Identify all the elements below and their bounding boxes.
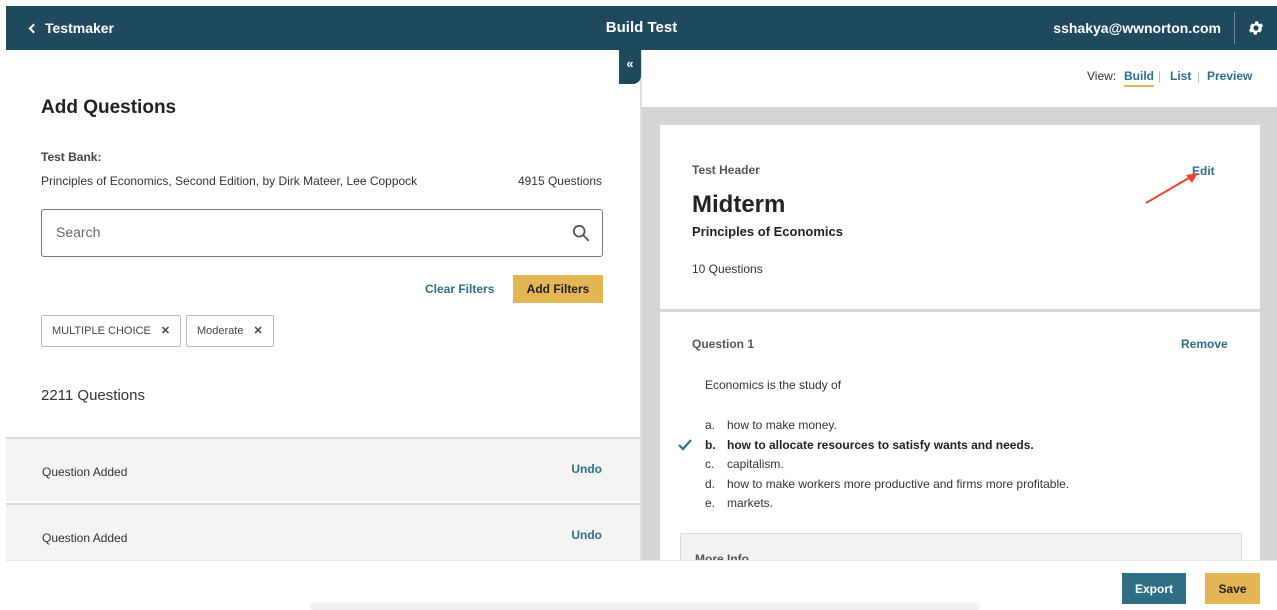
view-build-tab[interactable]: Build (1124, 69, 1154, 87)
test-bank-count: 4915 Questions (517, 174, 602, 188)
view-divider: | (1197, 69, 1201, 83)
back-to-testmaker-link[interactable]: Testmaker (28, 6, 115, 50)
close-icon[interactable]: ✕ (253, 325, 262, 337)
list-item: Question Added Undo (6, 503, 640, 560)
results-count: 2211 Questions (41, 387, 145, 404)
filter-chip-multiple-choice: MULTIPLE CHOICE ✕ (41, 315, 182, 347)
add-questions-title: Add Questions (41, 97, 177, 118)
list-item: Question Added Undo (6, 437, 640, 501)
view-switcher: View: Build | List | Preview (642, 50, 1277, 107)
search-input[interactable] (56, 224, 556, 240)
question-card: Question 1 Remove Economics is the study… (660, 311, 1260, 573)
question-stem: Economics is the study of (705, 378, 842, 392)
search-box (41, 209, 603, 257)
search-icon[interactable] (572, 224, 590, 242)
view-label: View: (1087, 69, 1117, 83)
view-preview-tab[interactable]: Preview (1207, 69, 1252, 83)
answer-choice: c. capitalism. (705, 457, 784, 471)
question-added-label: Question Added (42, 465, 128, 479)
answer-choice: a. how to make money. (705, 418, 837, 432)
test-header-card: Test Header Edit Midterm Principles of E… (660, 125, 1260, 309)
collapse-panel-button[interactable]: « (619, 50, 641, 84)
test-build-panel: View: Build | List | Preview Test Header… (642, 50, 1277, 573)
undo-button[interactable]: Undo (571, 462, 602, 476)
close-icon[interactable]: ✕ (161, 325, 170, 337)
clear-filters-link[interactable]: Clear Filters (425, 282, 494, 296)
test-question-count: 10 Questions (692, 262, 763, 276)
view-divider: | (1158, 69, 1162, 83)
gear-icon[interactable] (1247, 19, 1265, 37)
top-bar: Testmaker Build Test sshakya@wwnorton.co… (6, 6, 1277, 50)
answer-choice: d. how to make workers more productive an… (705, 476, 1070, 491)
view-list-tab[interactable]: List (1170, 69, 1191, 83)
filter-chip-label: Moderate (197, 325, 244, 337)
user-email[interactable]: sshakya@wwnorton.com (1053, 6, 1221, 50)
answer-choices: a. how to make money. b. how to allocate r… (678, 416, 1070, 514)
bottom-shadow (310, 602, 980, 610)
chevron-left-icon (28, 23, 39, 34)
filter-chip-label: MULTIPLE CHOICE (52, 325, 151, 337)
test-bank-label: Test Bank: (41, 150, 102, 164)
question-added-label: Question Added (42, 531, 128, 545)
undo-button[interactable]: Undo (571, 528, 602, 542)
answer-choice: e. markets. (705, 496, 774, 510)
filter-chip-moderate: Moderate ✕ (186, 315, 274, 347)
export-button[interactable]: Export (1122, 573, 1186, 604)
test-title: Midterm (692, 191, 786, 218)
add-filters-button[interactable]: Add Filters (513, 275, 603, 303)
save-button[interactable]: Save (1205, 573, 1260, 604)
checkmark-icon (678, 438, 692, 451)
topbar-divider (1234, 12, 1235, 44)
back-label: Testmaker (45, 20, 115, 36)
remove-question-button[interactable]: Remove (1181, 337, 1228, 351)
add-questions-panel: Add Questions Test Bank: Principles of E… (6, 50, 640, 560)
test-header-label: Test Header (692, 163, 760, 177)
question-number: Question 1 (692, 337, 755, 351)
test-bank-name: Principles of Economics, Second Edition,… (41, 174, 418, 188)
answer-choice-correct: b. how to allocate resources to satisfy w… (678, 436, 1069, 456)
annotation-arrow-icon (1145, 173, 1198, 204)
test-subtitle: Principles of Economics (692, 224, 843, 239)
